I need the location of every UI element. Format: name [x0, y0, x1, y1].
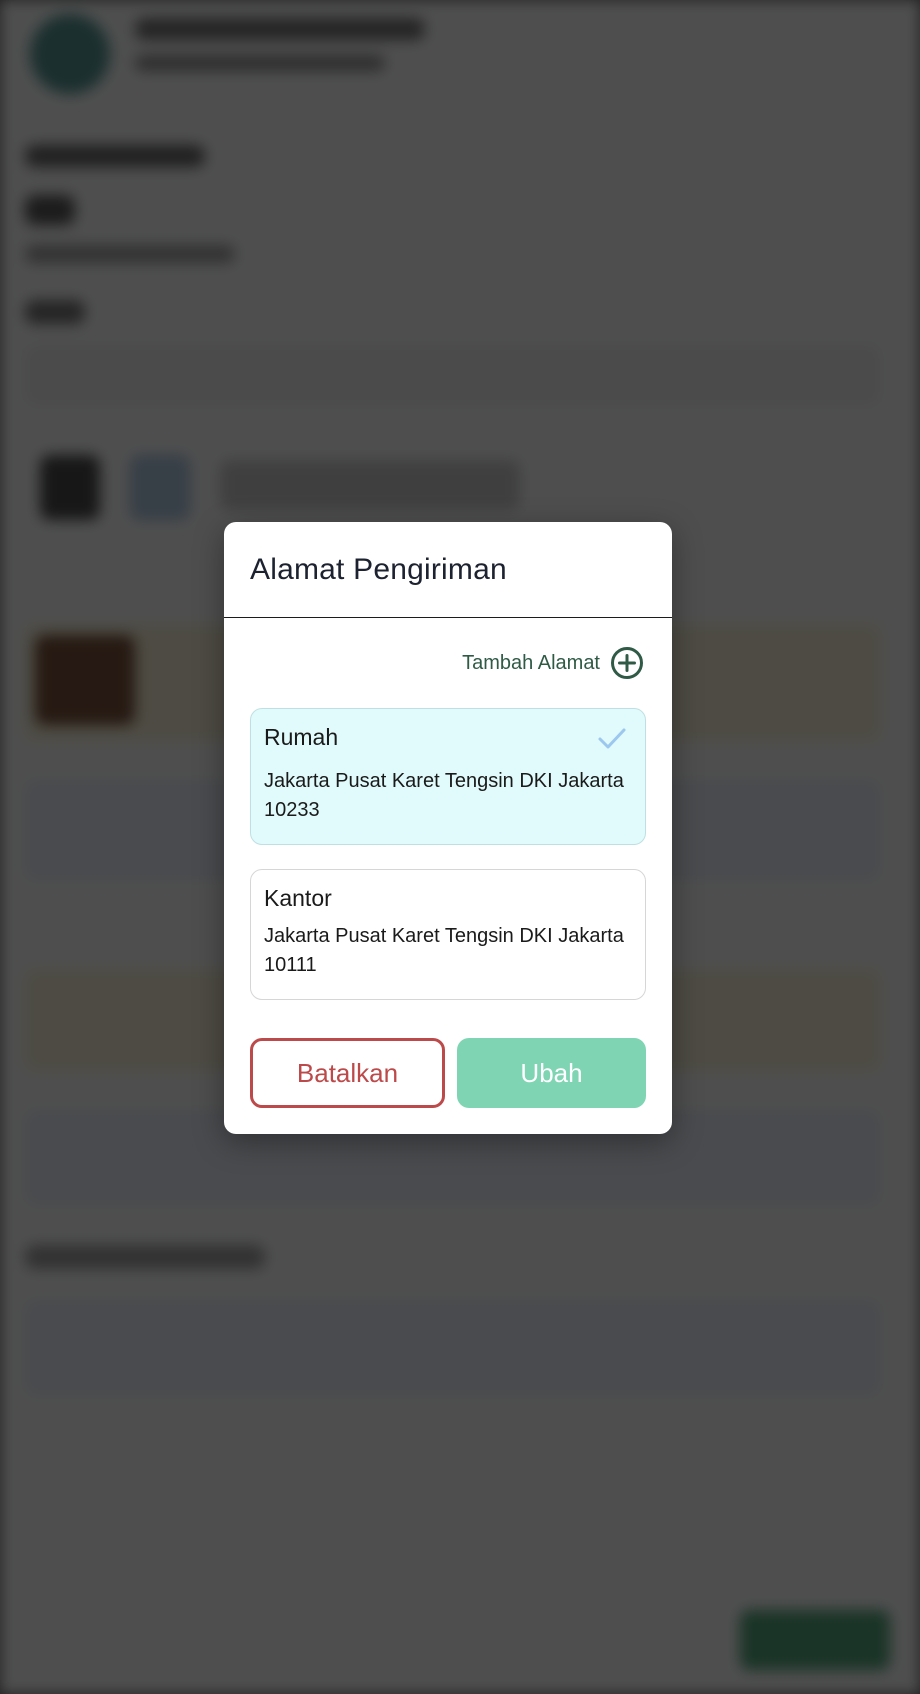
- cancel-button[interactable]: Batalkan: [250, 1038, 445, 1108]
- address-detail: Jakarta Pusat Karet Tengsin DKI Jakarta …: [264, 770, 624, 821]
- modal-header: Alamat Pengiriman: [224, 522, 672, 618]
- add-address-button[interactable]: Tambah Alamat: [462, 646, 644, 680]
- checkmark-icon: [598, 728, 626, 749]
- modal-actions: Batalkan Ubah: [250, 1038, 646, 1108]
- address-detail: Jakarta Pusat Karet Tengsin DKI Jakarta …: [264, 925, 624, 976]
- shipping-address-modal: Alamat Pengiriman Tambah Alamat Rumah Ja…: [224, 522, 672, 1134]
- modal-title: Alamat Pengiriman: [250, 552, 507, 586]
- address-name: Rumah: [264, 724, 339, 750]
- add-address-label: Tambah Alamat: [462, 651, 600, 674]
- address-card-kantor[interactable]: Kantor Jakarta Pusat Karet Tengsin DKI J…: [250, 869, 646, 1000]
- address-card-rumah[interactable]: Rumah Jakarta Pusat Karet Tengsin DKI Ja…: [250, 708, 646, 845]
- address-name: Kantor: [264, 885, 332, 911]
- change-button[interactable]: Ubah: [457, 1038, 646, 1108]
- plus-circle-icon[interactable]: [610, 646, 644, 680]
